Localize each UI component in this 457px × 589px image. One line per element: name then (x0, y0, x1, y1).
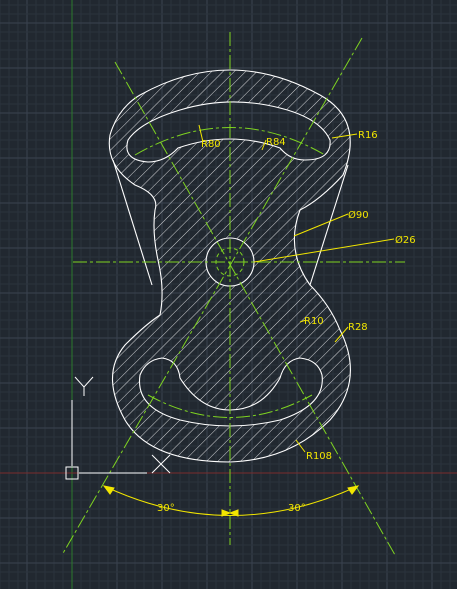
dim-r28: R28 (348, 322, 368, 333)
dim-r10: R10 (304, 316, 324, 327)
section-hatching (0, 0, 457, 589)
dim-d26: Ø26 (395, 234, 416, 246)
dim-angle-left: 30° (157, 503, 175, 514)
dim-r16: R16 (358, 130, 378, 141)
dim-angle-right: 30° (288, 503, 306, 514)
cad-drawing-canvas[interactable]: R80 R84 R16 Ø90 Ø26 R10 R28 R108 30° 30°… (0, 0, 457, 589)
dim-d90: Ø90 (348, 209, 369, 221)
dim-r80: R80 (201, 139, 221, 150)
dim-r108: R108 (306, 451, 332, 462)
dim-r84: R84 (266, 137, 286, 148)
